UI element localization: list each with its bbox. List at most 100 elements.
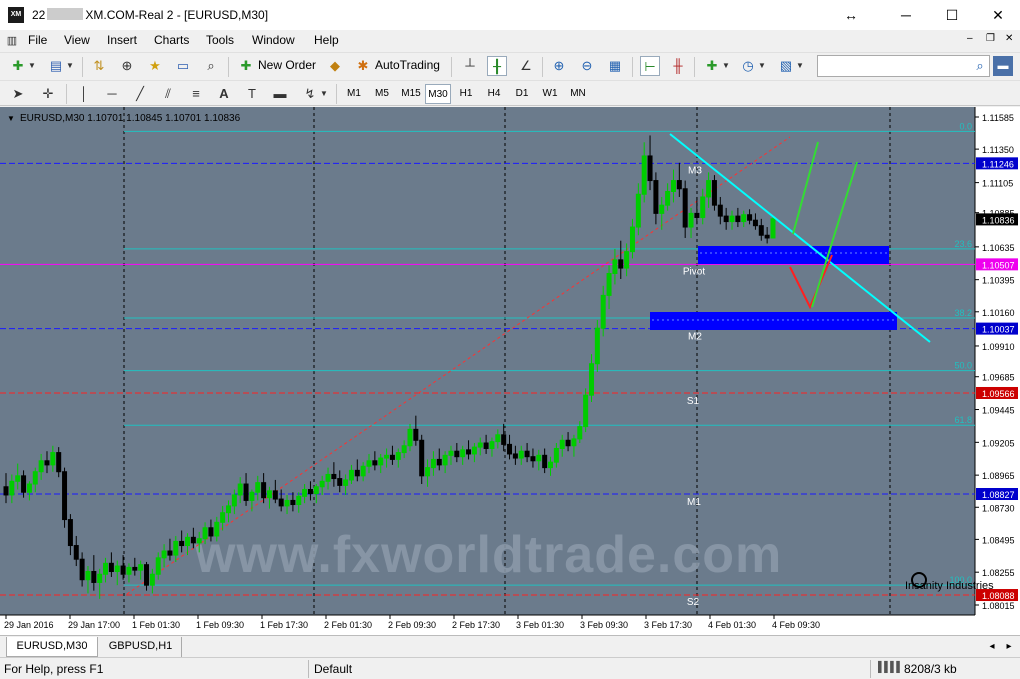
horizontal-line-icon[interactable]: ─ (102, 84, 122, 104)
fibonacci-icon[interactable]: ≡ (186, 84, 206, 104)
menu-tools[interactable]: Tools (206, 33, 234, 47)
close-button[interactable]: ✕ (975, 0, 1020, 30)
chevron-down-icon[interactable]: ▼ (64, 56, 76, 76)
timeframe-m5-button[interactable]: M5 (369, 84, 395, 104)
candle-body (366, 460, 372, 467)
chart-shift-icon[interactable]: ╫ (668, 56, 688, 76)
chevron-down-icon[interactable]: ▼ (720, 56, 732, 76)
menu-insert[interactable]: Insert (107, 33, 137, 47)
chart-window-icon[interactable]: ▥ (3, 31, 21, 49)
equidistant-channel-icon[interactable]: ⫽ (158, 84, 178, 104)
candle-body (173, 540, 179, 556)
candle (594, 319, 600, 372)
candle-body (32, 471, 38, 485)
candle-body (167, 550, 173, 556)
strategy-tester-icon[interactable]: ⌕ (201, 56, 221, 76)
price-tick-label: 1.09685 (982, 373, 1015, 383)
candle-body (483, 442, 489, 449)
new-chart-icon[interactable]: ✚ (8, 56, 28, 76)
candle-body (770, 218, 776, 239)
menu-help[interactable]: Help (314, 33, 339, 47)
menu-file[interactable]: File (28, 33, 47, 47)
tab-scroll-left-icon[interactable]: ◂ (985, 637, 999, 657)
terminal-icon[interactable]: ▭ (173, 56, 193, 76)
vertical-line-icon[interactable]: │ (74, 84, 94, 104)
chevron-down-icon[interactable]: ▼ (26, 56, 38, 76)
candle-body (26, 483, 32, 493)
market-watch-icon[interactable]: ⇅ (89, 56, 109, 76)
candle-body (378, 457, 384, 466)
timeframe-m15-button[interactable]: M15 (397, 84, 425, 104)
rectangle-icon[interactable]: ▬ (270, 84, 290, 104)
candle-body (530, 456, 536, 462)
tile-windows-icon[interactable]: ▦ (605, 56, 625, 76)
tab-eurusd-m30[interactable]: EURUSD,M30 (6, 637, 98, 657)
candle-body (635, 193, 641, 228)
templates-icon[interactable]: ▧ (776, 56, 796, 76)
menu-charts[interactable]: Charts (154, 33, 189, 47)
candle-body (495, 434, 501, 443)
data-window-icon[interactable]: ⊕ (117, 56, 137, 76)
indicators-icon[interactable]: ✚ (702, 56, 722, 76)
tab-scroll-right-icon[interactable]: ▸ (1002, 637, 1016, 657)
periods-clock-icon[interactable]: ◷ (738, 56, 758, 76)
tab-gbpusd-h1[interactable]: GBPUSD,H1 (100, 637, 182, 657)
chevron-down-icon[interactable]: ▼ (794, 56, 806, 76)
new-order-button[interactable]: New Order (258, 58, 316, 72)
timeframe-d1-button[interactable]: D1 (509, 84, 535, 104)
drawing-toolbar: ➤ ✛ │ ─ ╱ ⫽ ≡ A T ▬ ↯ ▼ M1 M5 M15 M30 H1… (0, 80, 1020, 106)
mdi-minimize-button[interactable]: – (967, 33, 973, 44)
timeframe-m1-button[interactable]: M1 (341, 84, 367, 104)
maximize-button[interactable]: ☐ (929, 0, 975, 30)
menu-view[interactable]: View (64, 33, 90, 47)
text-icon[interactable]: A (214, 84, 234, 104)
minimize-button[interactable]: ─ (883, 0, 929, 30)
chevron-down-icon[interactable]: ▼ (318, 84, 330, 104)
mdi-restore-button[interactable]: ❐ (986, 33, 995, 44)
timeframe-h1-button[interactable]: H1 (453, 84, 479, 104)
zoom-out-icon[interactable]: ⊖ (577, 56, 597, 76)
bar-chart-icon[interactable]: ┴ (460, 56, 480, 76)
metaeditor-icon[interactable]: ◆ (325, 56, 345, 76)
chevron-down-icon[interactable]: ▼ (756, 56, 768, 76)
new-order-icon[interactable]: ✚ (236, 56, 256, 76)
price-badge-label: 1.09566 (982, 389, 1015, 399)
zoom-in-icon[interactable]: ⊕ (549, 56, 569, 76)
candle-body (319, 480, 325, 488)
navigator-icon[interactable]: ★ (145, 56, 165, 76)
menu-window[interactable]: Window (252, 33, 295, 47)
time-tick-label: 2 Feb 01:30 (324, 620, 372, 630)
timeframe-mn-button[interactable]: MN (565, 84, 591, 104)
cursor-icon[interactable]: ➤ (8, 84, 28, 104)
candle-body (706, 180, 712, 198)
search-input[interactable] (817, 55, 990, 77)
candlestick-icon[interactable]: ╂ (487, 56, 507, 76)
autotrading-icon[interactable]: ✱ (353, 56, 373, 76)
candle-body (583, 394, 589, 428)
arrows-icon[interactable]: ↯ (300, 84, 320, 104)
candle-body (752, 219, 758, 227)
mdi-close-button[interactable]: ✕ (1005, 33, 1013, 44)
crosshair-icon[interactable]: ✛ (38, 84, 58, 104)
profiles-icon[interactable]: ▤ (46, 56, 66, 76)
line-chart-icon[interactable]: ∠ (516, 56, 536, 76)
timeframe-w1-button[interactable]: W1 (537, 84, 563, 104)
timeframe-h4-button[interactable]: H4 (481, 84, 507, 104)
time-tick-label: 1 Feb 17:30 (260, 620, 308, 630)
autotrading-button[interactable]: AutoTrading (375, 58, 440, 72)
price-chart[interactable]: 0.023.638.250.061.8100.0 www.fxworldtrad… (0, 107, 1020, 635)
time-tick-label: 1 Feb 01:30 (132, 620, 180, 630)
chat-icon[interactable]: ▬ (993, 56, 1013, 76)
search-icon[interactable]: ⌕ (970, 56, 990, 76)
price-badge-label: 1.08088 (982, 591, 1015, 601)
trendline-icon[interactable]: ╱ (130, 84, 150, 104)
timeframe-m30-button[interactable]: M30 (425, 84, 451, 104)
candle-body (97, 573, 103, 583)
text-label-icon[interactable]: T (242, 84, 262, 104)
level-label: M3 (688, 165, 702, 176)
chart-window[interactable]: 0.0 23.6 38.2 50.0 61.8 100.0 www.fxworldtrad… (0, 107, 1020, 635)
candle-body (577, 426, 583, 440)
time-tick-label: 3 Feb 17:30 (644, 620, 692, 630)
auto-scroll-icon[interactable]: ⊢ (640, 56, 660, 76)
symbol-dropdown-icon[interactable]: ▼ (7, 114, 15, 123)
